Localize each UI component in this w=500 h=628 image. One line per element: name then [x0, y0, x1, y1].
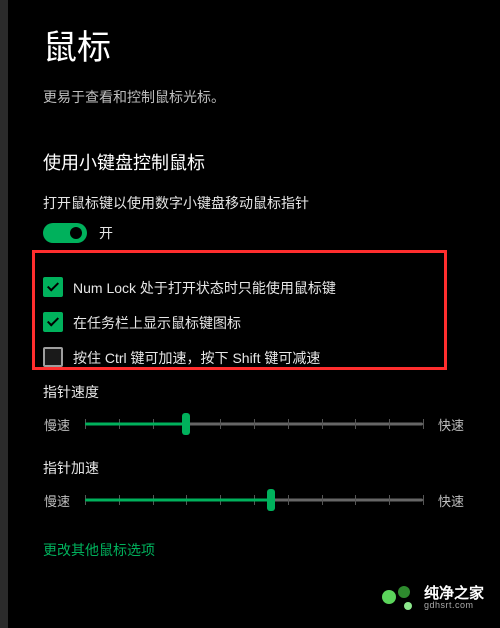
- pointer-accel-slider[interactable]: [85, 488, 423, 512]
- watermark: 纯净之家 gdhsrt.com: [382, 584, 484, 612]
- checkbox-taskbar-label: 在任务栏上显示鼠标键图标: [73, 312, 241, 333]
- watermark-title: 纯净之家: [424, 586, 484, 601]
- slider-high-label: 快速: [437, 415, 465, 434]
- pointer-speed-label: 指针速度: [43, 382, 465, 402]
- page-description: 更易于查看和控制鼠标光标。: [43, 87, 465, 107]
- other-mouse-options-link[interactable]: 更改其他鼠标选项: [43, 540, 155, 560]
- pointer-accel-row: 慢速 快速: [43, 488, 465, 512]
- checkbox-ctrlshift[interactable]: [43, 347, 63, 367]
- slider-high-label: 快速: [437, 491, 465, 510]
- checkbox-row-taskbar: 在任务栏上显示鼠标键图标: [43, 312, 465, 333]
- pointer-speed-row: 慢速 快速: [43, 412, 465, 436]
- pointer-speed-slider[interactable]: [85, 412, 423, 436]
- checkbox-numlock[interactable]: [43, 277, 63, 297]
- checkbox-taskbar[interactable]: [43, 312, 63, 332]
- mouse-keys-toggle[interactable]: [43, 223, 87, 243]
- checkbox-row-numlock: Num Lock 处于打开状态时只能使用鼠标键: [43, 277, 465, 298]
- slider-thumb[interactable]: [182, 413, 190, 435]
- slider-low-label: 慢速: [43, 491, 71, 510]
- mouse-keys-toggle-row: 开: [43, 223, 465, 243]
- toggle-knob: [70, 227, 82, 239]
- toggle-description: 打开鼠标键以使用数字小键盘移动鼠标指针: [43, 193, 465, 213]
- checkbox-row-ctrlshift: 按住 Ctrl 键可加速，按下 Shift 键可减速: [43, 347, 465, 368]
- slider-low-label: 慢速: [43, 415, 71, 434]
- checkbox-ctrlshift-label: 按住 Ctrl 键可加速，按下 Shift 键可减速: [73, 347, 320, 368]
- section-keypad-title: 使用小键盘控制鼠标: [43, 149, 465, 175]
- page-title: 鼠标: [43, 20, 465, 69]
- slider-thumb[interactable]: [267, 489, 275, 511]
- checkbox-numlock-label: Num Lock 处于打开状态时只能使用鼠标键: [73, 277, 336, 298]
- left-gutter: [0, 0, 8, 628]
- watermark-url: gdhsrt.com: [424, 601, 484, 610]
- toggle-state-label: 开: [99, 223, 113, 243]
- watermark-logo-icon: [382, 584, 416, 612]
- pointer-accel-label: 指针加速: [43, 458, 465, 478]
